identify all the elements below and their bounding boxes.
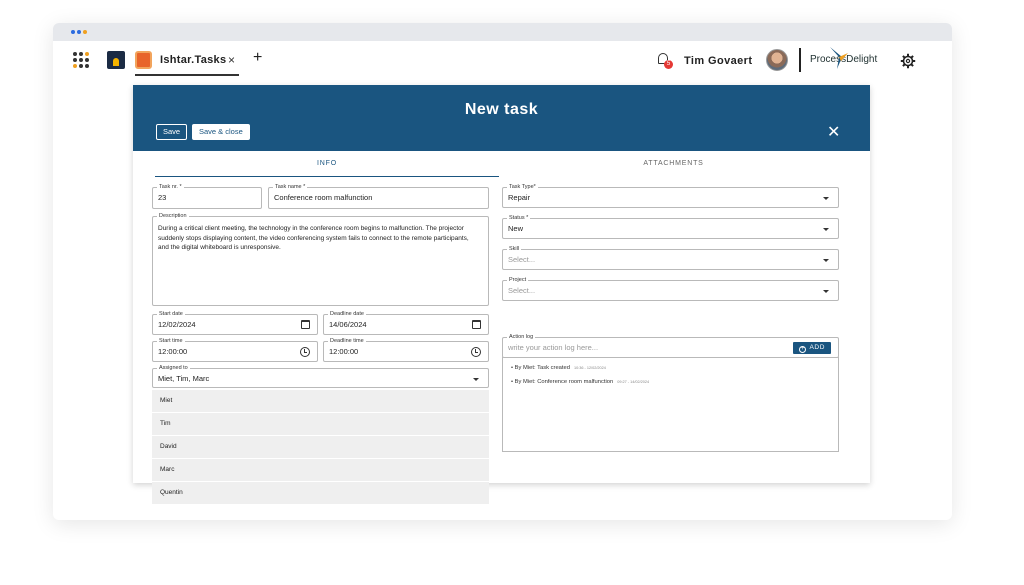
user-name[interactable]: Tim Govaert <box>684 55 752 67</box>
start-time-field[interactable]: Start time 12:00:00 <box>152 337 318 362</box>
calendar-icon[interactable] <box>301 320 310 329</box>
option-miet[interactable]: Miet <box>152 390 489 412</box>
window-titlebar <box>53 23 952 41</box>
deadline-time-field[interactable]: Deadline time 12:00:00 <box>323 337 489 362</box>
list-item: • By Miet: Task created 10:36 - 12/02/202… <box>511 365 606 371</box>
window-dot-blue <box>77 30 81 34</box>
skill-label: Skill <box>507 245 522 253</box>
start-date-value: 12/02/2024 <box>158 320 196 329</box>
app-bar: Ishtar.Tasks × + 5 Tim Govaert ProcessDe… <box>53 41 952 81</box>
apps-grid-icon[interactable] <box>73 52 89 68</box>
description-field[interactable]: Description During a critical client mee… <box>152 212 489 306</box>
description-label: Description <box>157 212 189 220</box>
action-log-input[interactable]: Action log write your action log here...… <box>502 333 839 358</box>
chevron-down-icon[interactable] <box>823 290 829 293</box>
log-entry-time: 09:27 - 14/02/2024 <box>617 380 650 384</box>
bell-icon[interactable]: 5 <box>657 52 673 70</box>
add-circle-icon: + <box>799 346 807 353</box>
new-task-dialog: New task Save Save & close ✕ INFO ATTACH… <box>133 85 870 504</box>
description-value: During a critical client meeting, the te… <box>158 225 469 251</box>
window-dot-blue <box>71 30 75 34</box>
clock-icon[interactable] <box>300 347 310 357</box>
browser-window: Ishtar.Tasks × + 5 Tim Govaert ProcessDe… <box>53 23 952 520</box>
app-tab-label: Ishtar.Tasks <box>160 54 227 66</box>
start-date-label: Start date <box>157 310 185 318</box>
app-tab-ishtar-tasks[interactable]: Ishtar.Tasks × <box>135 48 239 76</box>
save-and-close-button[interactable]: Save & close <box>192 124 250 140</box>
header-divider <box>799 48 801 72</box>
brand-text-delight: Delight <box>846 54 878 65</box>
brand-mark-icon <box>830 47 848 69</box>
task-type-label: Task Type* <box>507 183 538 191</box>
project-select[interactable]: Project Select... <box>502 276 839 301</box>
option-marc[interactable]: Marc <box>152 459 489 481</box>
add-button-label: ADD <box>809 344 825 351</box>
log-entry-time: 10:36 - 12/02/2024 <box>573 366 606 370</box>
save-button[interactable]: Save <box>156 124 188 140</box>
chevron-down-icon[interactable] <box>473 378 479 381</box>
tab-info[interactable]: INFO <box>155 155 499 177</box>
action-log-label: Action log <box>507 333 536 341</box>
start-time-label: Start time <box>157 337 185 345</box>
assigned-to-value: Miet, Tim, Marc <box>158 374 210 383</box>
avatar[interactable] <box>766 49 788 71</box>
home-icon[interactable] <box>107 51 125 69</box>
assigned-to-select[interactable]: Assigned to Miet, Tim, Marc <box>152 364 489 388</box>
chevron-down-icon[interactable] <box>823 259 829 262</box>
status-value: New <box>508 224 524 233</box>
task-number-field[interactable]: Task nr. * 23 <box>152 183 262 209</box>
status-label: Status * <box>507 214 531 222</box>
task-name-field[interactable]: Task name * Conference room malfunction <box>268 183 489 209</box>
task-type-value: Repair <box>508 193 531 202</box>
close-icon[interactable]: ✕ <box>827 125 840 141</box>
calendar-icon[interactable] <box>472 320 481 329</box>
skill-placeholder: Select... <box>508 255 536 264</box>
chevron-down-icon[interactable] <box>823 228 829 231</box>
task-name-value: Conference room malfunction <box>274 193 373 202</box>
option-david[interactable]: David <box>152 436 489 458</box>
close-tab-icon[interactable]: × <box>228 53 235 67</box>
project-placeholder: Select... <box>508 286 536 295</box>
window-dot-orange <box>83 30 87 34</box>
gear-icon[interactable] <box>900 53 916 69</box>
project-label: Project <box>507 276 529 284</box>
skill-select[interactable]: Skill Select... <box>502 245 839 270</box>
tab-attachments[interactable]: ATTACHMENTS <box>499 155 848 177</box>
action-log-placeholder: write your action log here... <box>508 343 599 352</box>
action-log-list: • By Miet: Task created 10:36 - 12/02/202… <box>502 357 839 452</box>
chevron-down-icon[interactable] <box>823 197 829 200</box>
option-tim[interactable]: Tim <box>152 413 489 435</box>
start-date-field[interactable]: Start date 12/02/2024 <box>152 310 318 335</box>
task-number-value: 23 <box>158 193 167 202</box>
option-quentin[interactable]: Quentin <box>152 482 489 504</box>
assigned-to-options: Miet Tim David Marc Quentin <box>152 390 489 505</box>
status-select[interactable]: Status * New <box>502 214 839 239</box>
task-number-label: Task nr. * <box>157 183 184 191</box>
add-action-log-button[interactable]: + ADD <box>793 342 831 354</box>
log-entry-text: By Miet: Conference room malfunction <box>514 379 614 385</box>
deadline-date-value: 14/06/2024 <box>329 320 367 329</box>
assigned-to-label: Assigned to <box>157 364 190 372</box>
dialog-title: New task <box>464 101 539 118</box>
list-item: • By Miet: Conference room malfunction 09… <box>511 379 650 385</box>
clock-icon[interactable] <box>471 347 481 357</box>
log-entry-text: By Miet: Task created <box>514 365 570 371</box>
task-name-label: Task name * <box>273 183 308 191</box>
dialog-tabs: INFO ATTACHMENTS <box>155 155 848 177</box>
add-tab-icon[interactable]: + <box>253 49 262 67</box>
task-type-select[interactable]: Task Type* Repair <box>502 183 839 208</box>
deadline-time-value: 12:00:00 <box>329 347 359 356</box>
notification-badge: 5 <box>664 60 673 69</box>
deadline-time-label: Deadline time <box>328 337 366 345</box>
deadline-date-field[interactable]: Deadline date 14/06/2024 <box>323 310 489 335</box>
ishtar-tasks-logo-icon <box>135 51 152 69</box>
dialog-header: New task Save Save & close ✕ <box>133 85 870 151</box>
start-time-value: 12:00:00 <box>158 347 188 356</box>
deadline-date-label: Deadline date <box>328 310 366 318</box>
